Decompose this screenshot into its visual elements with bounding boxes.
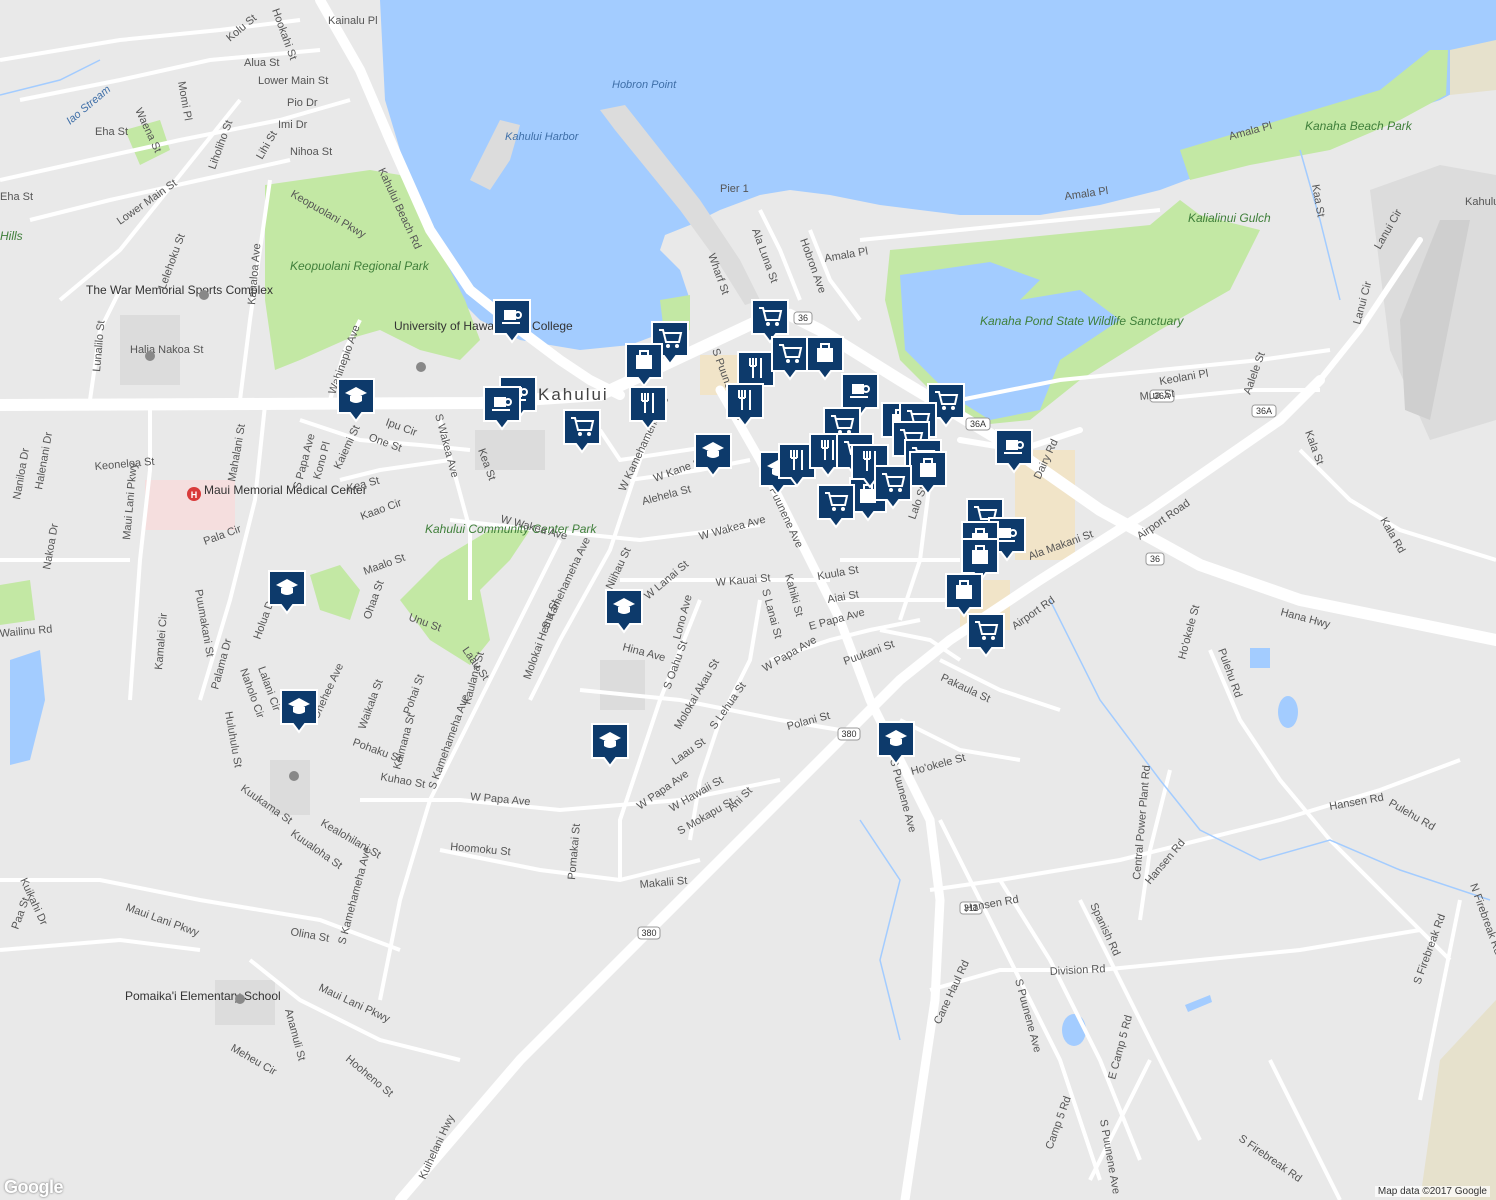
shield-36-b: 36 bbox=[1145, 552, 1165, 566]
shield-380-a: 380 bbox=[837, 727, 861, 741]
school-poi-icon[interactable] bbox=[416, 362, 426, 372]
pond-east-3 bbox=[1250, 648, 1270, 668]
shield-36-a: 36 bbox=[793, 311, 813, 325]
label-kanaha-pond: Kanaha Pond State Wildlife Sanctuary bbox=[980, 314, 1184, 328]
label-town-kahului: Kahului bbox=[538, 385, 609, 404]
label-nihoa-st: Nihoa St bbox=[290, 146, 332, 158]
label-eha-st: Eha St bbox=[95, 126, 128, 138]
shield-380-b: 380 bbox=[637, 926, 661, 940]
label-war-memorial: The War Memorial Sports Complex bbox=[86, 283, 273, 297]
pond-east-2 bbox=[1062, 1014, 1086, 1046]
label-kainalu-pl: Kainalu Pl bbox=[328, 15, 378, 27]
label-kahului-harbor: Kahului Harbor bbox=[505, 131, 580, 143]
svg-text:380: 380 bbox=[641, 928, 656, 938]
pond-east-1 bbox=[1278, 696, 1298, 728]
label-pomaikai-school: Pomaika'i Elementary School bbox=[125, 989, 281, 1003]
shield-36a-c: 36A bbox=[1251, 404, 1277, 418]
svg-text:380: 380 bbox=[841, 729, 856, 739]
google-logo: Google bbox=[4, 1177, 64, 1197]
green-patch-3 bbox=[0, 580, 35, 625]
school-area bbox=[600, 660, 645, 710]
school-poi-icon[interactable] bbox=[235, 994, 245, 1004]
label-imi-dr: Imi Dr bbox=[278, 119, 308, 131]
label-hills: Hills bbox=[0, 229, 23, 243]
svg-text:36A: 36A bbox=[1256, 406, 1272, 416]
label-keopuolani-park: Keopuolani Regional Park bbox=[290, 259, 430, 273]
label-halia-nakoa: Halia Nakoa St bbox=[130, 344, 203, 356]
svg-text:36: 36 bbox=[1150, 554, 1160, 564]
label-kanaha-beach-park: Kanaha Beach Park bbox=[1305, 119, 1413, 133]
label-uh-maui: University of Hawaii Maui College bbox=[394, 319, 573, 333]
label-eha-st-2: Eha St bbox=[0, 191, 33, 203]
svg-text:36A: 36A bbox=[970, 419, 986, 429]
svg-text:H: H bbox=[191, 490, 198, 500]
label-pio-dr: Pio Dr bbox=[287, 97, 318, 109]
label-alua-st: Alua St bbox=[244, 57, 279, 69]
school-poi-icon[interactable] bbox=[289, 771, 299, 781]
label-airport: Kahului Airport bbox=[1465, 196, 1496, 208]
label-lower-main-st-2: Lower Main St bbox=[258, 75, 328, 87]
shield-36a-a: 36A bbox=[965, 417, 991, 431]
map-copyright: Map data ©2017 Google bbox=[1374, 1186, 1490, 1197]
label-pier-1: Pier 1 bbox=[720, 183, 749, 195]
sports-poi-icon[interactable] bbox=[199, 290, 209, 300]
school-poi-icon[interactable] bbox=[145, 351, 155, 361]
hospital-icon[interactable]: H bbox=[187, 487, 201, 501]
label-kalialinui-gulch: Kalialinui Gulch bbox=[1188, 211, 1271, 225]
label-maui-memorial: Maui Memorial Medical Center bbox=[204, 483, 367, 497]
svg-text:36: 36 bbox=[798, 313, 808, 323]
label-hobron-point: Hobron Point bbox=[612, 79, 677, 91]
map-canvas[interactable]: 36 36A 36A 36A 36 380 380 311 Hobron Poi… bbox=[0, 0, 1496, 1200]
